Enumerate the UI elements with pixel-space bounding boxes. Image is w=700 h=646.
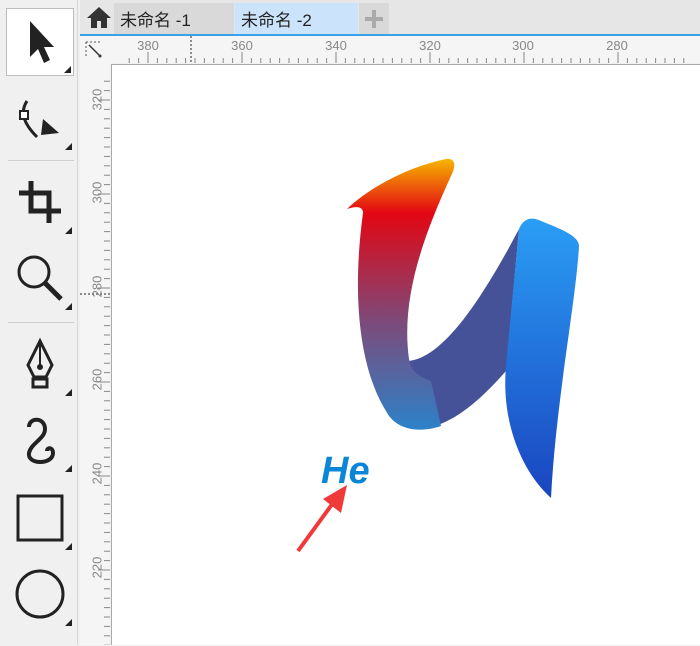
shape-tool[interactable] [6,84,74,152]
vertical-ruler[interactable]: 320 300 280 260 240 220 [80,63,110,645]
spiral-curve-icon [27,417,56,464]
red-arrow-annotation [296,485,347,553]
ruler-label: 320 [419,38,441,53]
tab-label: 未命名 -1 [120,11,191,30]
logo-right-stroke [505,218,579,498]
ruler-origin[interactable] [80,36,110,63]
new-tab-button[interactable] [359,3,389,34]
document-tabs: 未命名 -1 未命名 -2 [80,0,700,35]
ruler-label: 260 [89,368,105,391]
ruler-label: 320 [89,88,105,111]
pick-tool[interactable] [6,8,74,76]
drawing-canvas[interactable]: He [111,64,700,645]
pen-nib-icon [26,337,54,389]
crop-tool[interactable] [6,168,74,236]
plus-icon [365,9,383,28]
rectangle-tool[interactable] [6,484,74,552]
ruler-label: 280 [89,275,105,298]
pen-tool[interactable] [6,330,74,398]
tab-label: 未命名 -2 [241,11,312,30]
ruler-label: 360 [231,38,253,53]
logo-text[interactable]: He [321,450,370,492]
tab-document-1[interactable]: 未命名 -1 [114,3,234,34]
tab-document-2[interactable]: 未命名 -2 [235,3,358,34]
ruler-label: 300 [89,181,105,204]
ruler-label: 240 [89,462,105,485]
ruler-label: 380 [137,38,159,53]
ruler-label: 220 [89,556,105,579]
ellipse-tool[interactable] [6,560,74,628]
crop-icon [19,181,61,223]
magnifier-icon [17,255,63,301]
home-icon[interactable] [86,5,112,34]
zoom-tool[interactable] [6,244,74,312]
toolbox [0,0,78,645]
shape-edit-icon [19,100,59,139]
rectangle-icon [16,494,64,542]
ruler-origin-icon [85,41,102,58]
ruler-label: 280 [606,38,628,53]
curve-tool[interactable] [6,406,74,474]
ruler-label: 300 [512,38,534,53]
pointer-icon [30,21,54,63]
ellipse-icon [15,569,65,619]
ruler-label: 340 [325,38,347,53]
horizontal-ruler[interactable]: 380 360 340 320 300 280 [110,36,700,63]
